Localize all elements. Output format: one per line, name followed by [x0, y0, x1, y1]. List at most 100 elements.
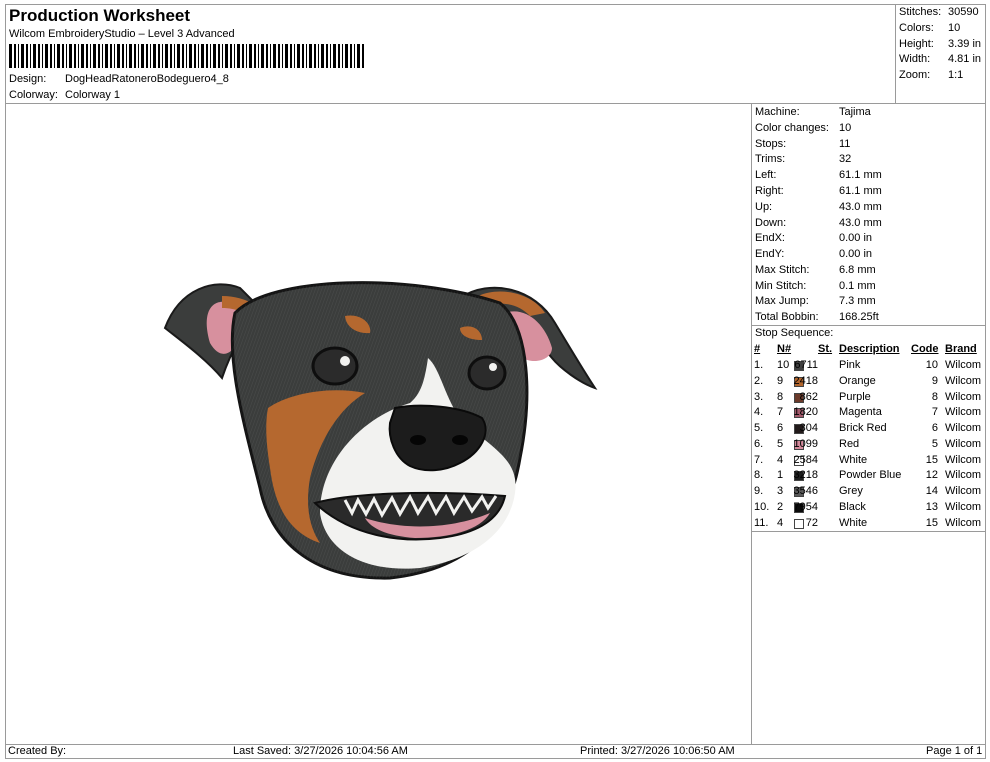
info-label: Left:: [755, 169, 777, 181]
row-brand: Wilcom: [945, 485, 982, 497]
row-brand: Wilcom: [945, 517, 982, 529]
barcode-bar: [93, 44, 96, 68]
row-code: 15: [925, 517, 938, 529]
right-eye-highlight: [489, 363, 497, 371]
footer-last-saved: Last Saved: 3/27/2026 10:04:56 AM: [233, 745, 408, 757]
row-needle: 3: [777, 485, 784, 497]
barcode-bar: [198, 44, 199, 68]
barcode-bar: [158, 44, 160, 68]
barcode-bar: [162, 44, 163, 68]
barcode-bar: [105, 44, 108, 68]
info-value: 43.0 mm: [839, 201, 882, 213]
barcode-bar: [170, 44, 172, 68]
row-stitches: 2418: [793, 375, 818, 387]
info-value: 0.1 mm: [839, 280, 876, 292]
row-description: Pink: [839, 359, 861, 371]
width-value: 4.81 in: [948, 53, 982, 65]
barcode-bar: [306, 44, 307, 68]
barcode-bar: [150, 44, 151, 68]
row-needle: 9: [777, 375, 784, 387]
barcode-bar: [45, 44, 48, 68]
footer-divider: [5, 744, 986, 745]
info-label: Max Stitch:: [755, 264, 810, 276]
row-code: 9: [931, 375, 938, 387]
barcode-bar: [225, 44, 228, 68]
barcode-bar: [294, 44, 295, 68]
row-stitches: 862: [799, 391, 818, 403]
row-index: 2.: [754, 375, 764, 387]
info-label: Color changes:: [755, 122, 829, 134]
row-index: 11.: [754, 517, 769, 529]
row-needle: 2: [777, 501, 784, 513]
barcode-bar: [129, 44, 132, 68]
colorway-label: Colorway:: [9, 89, 58, 101]
info-value: 43.0 mm: [839, 217, 882, 229]
barcode-bar: [210, 44, 211, 68]
footer-created-by: Created By:: [8, 745, 67, 757]
barcode-bar: [86, 44, 88, 68]
stop-sequence-row: 11. 4 72 White 15 Wilcom: [752, 517, 986, 533]
row-brand: Wilcom: [945, 438, 982, 450]
row-code: 5: [931, 438, 938, 450]
row-description: White: [839, 517, 868, 529]
nostril-left: [410, 435, 426, 445]
barcode-bar: [81, 44, 84, 68]
row-code: 13: [925, 501, 938, 513]
barcode-bar: [21, 44, 24, 68]
row-needle: 7: [777, 406, 784, 418]
row-description: Purple: [839, 391, 871, 403]
barcode-bar: [117, 44, 120, 68]
barcode-bar: [270, 44, 271, 68]
barcode-bar: [110, 44, 112, 68]
barcode-bar: [194, 44, 196, 68]
barcode-bar: [122, 44, 124, 68]
col-header-index: #: [754, 343, 761, 355]
info-value: 61.1 mm: [839, 185, 882, 197]
info-label: Total Bobbin:: [755, 311, 819, 323]
barcode-bar: [78, 44, 79, 68]
row-code: 7: [931, 406, 938, 418]
barcode-bar: [254, 44, 256, 68]
info-label: Max Jump:: [755, 295, 809, 307]
barcode-bar: [357, 44, 360, 68]
barcode-bar: [57, 44, 60, 68]
row-description: Orange: [839, 375, 876, 387]
barcode-bar: [242, 44, 244, 68]
row-code: 10: [925, 359, 938, 371]
barcode-bar: [258, 44, 259, 68]
row-index: 5.: [754, 422, 764, 434]
barcode-bar: [297, 44, 300, 68]
row-brand: Wilcom: [945, 422, 982, 434]
row-index: 8.: [754, 469, 764, 481]
zoom-value: 1:1: [948, 69, 964, 81]
barcode-bar: [246, 44, 247, 68]
info-value: 6.8 mm: [839, 264, 876, 276]
design-value: DogHeadRatoneroBodeguero4_8: [65, 73, 229, 85]
info-value: 11: [839, 138, 851, 150]
barcode-bar: [141, 44, 144, 68]
info-value: 61.1 mm: [839, 169, 882, 181]
row-stitches: 2584: [793, 454, 818, 466]
row-brand: Wilcom: [945, 469, 982, 481]
row-needle: 10: [777, 359, 790, 371]
stop-sequence-title: Stop Sequence:: [755, 327, 834, 339]
barcode-bar: [165, 44, 168, 68]
barcode-bar: [273, 44, 276, 68]
barcode-bar: [333, 44, 336, 68]
row-brand: Wilcom: [945, 501, 982, 513]
barcode-bar: [189, 44, 192, 68]
row-stitches: 6711: [794, 359, 818, 371]
barcode-bar: [33, 44, 36, 68]
barcode-bar: [102, 44, 103, 68]
barcode-bar: [174, 44, 175, 68]
barcode-bar: [222, 44, 223, 68]
barcode-bar: [342, 44, 343, 68]
barcode-bar: [338, 44, 340, 68]
colorway-value: Colorway 1: [65, 89, 121, 101]
info-label: EndX:: [755, 232, 785, 244]
row-code: 15: [925, 454, 938, 466]
row-description: Powder Blue: [839, 469, 902, 481]
barcode-bar: [26, 44, 28, 68]
barcode-bar: [114, 44, 115, 68]
row-description: Grey: [839, 485, 863, 497]
